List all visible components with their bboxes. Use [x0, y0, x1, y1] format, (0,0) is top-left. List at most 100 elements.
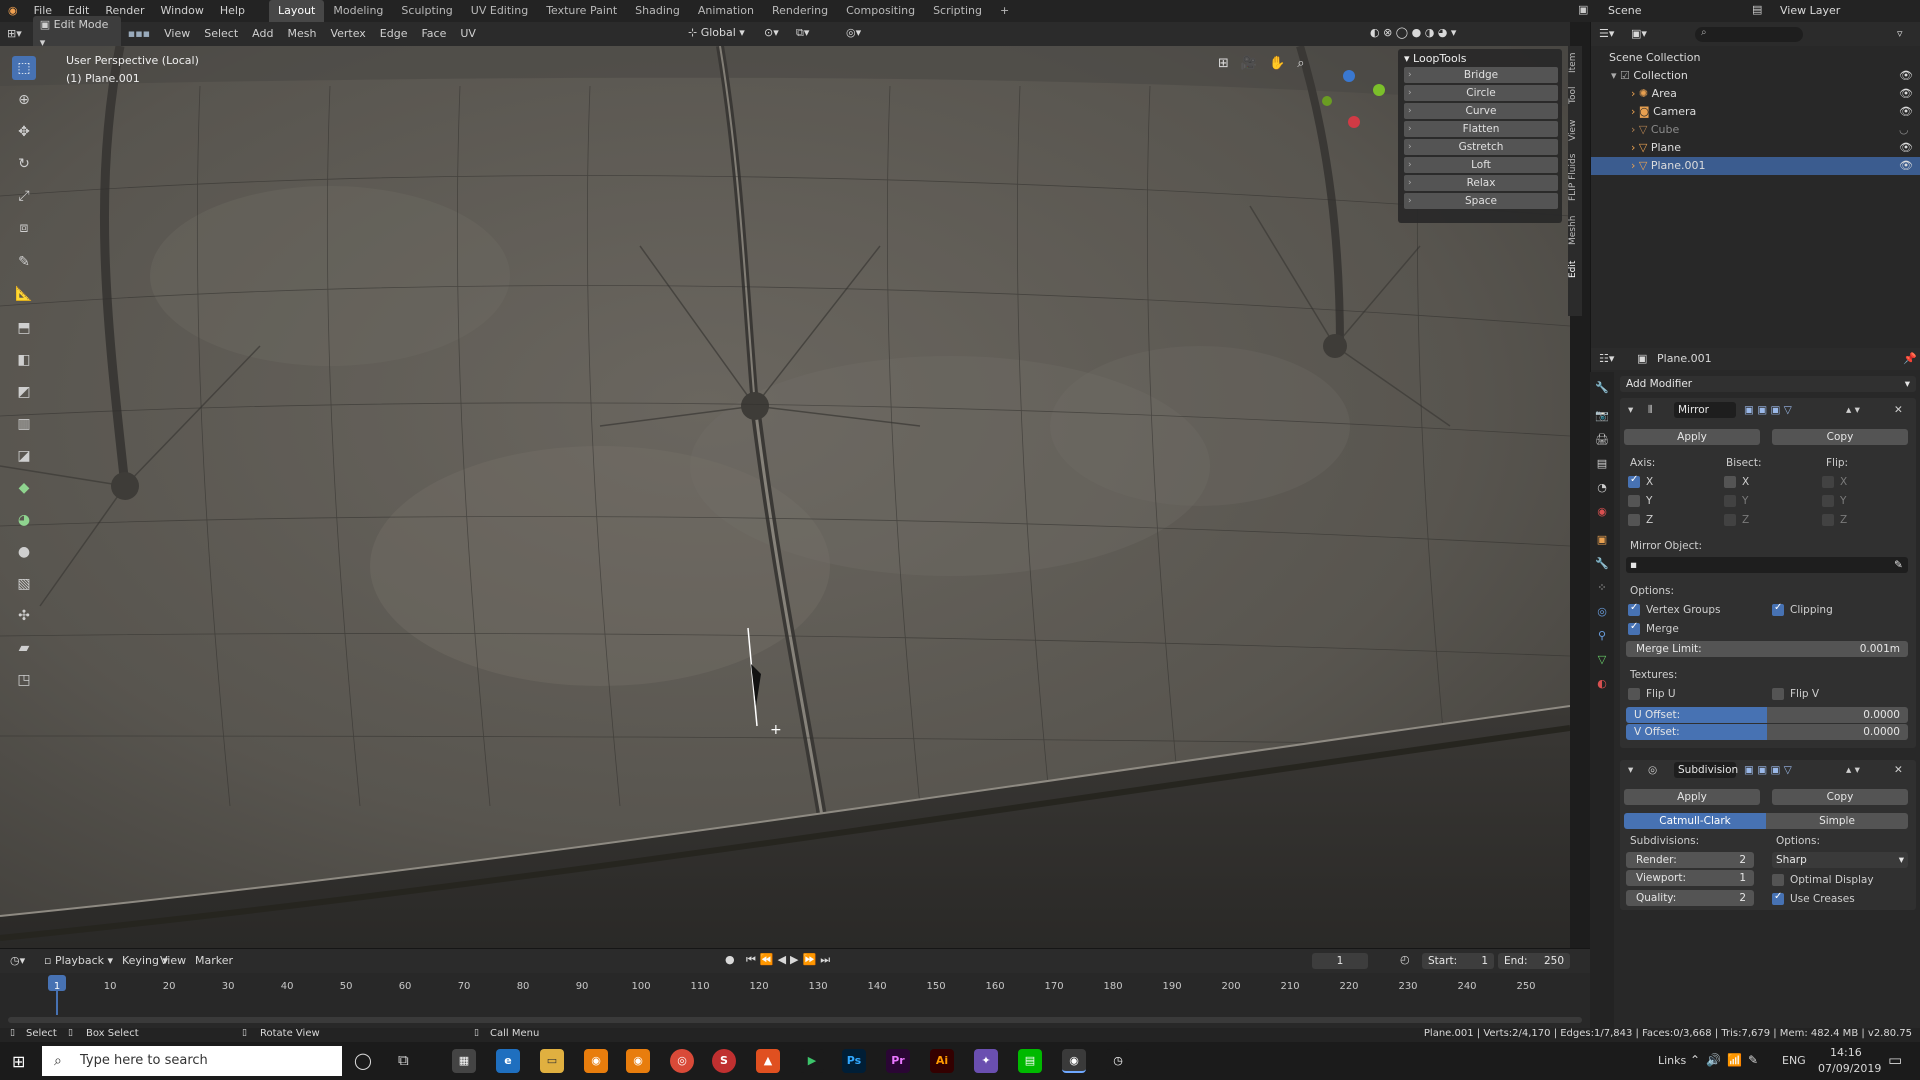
subdivision-move-icons[interactable]: ▴ ▾ [1846, 762, 1860, 778]
simple-button[interactable]: Simple [1766, 813, 1908, 829]
app-red-icon[interactable]: S [712, 1049, 736, 1073]
illustrator-icon[interactable]: Ai [930, 1049, 954, 1073]
app-clock-icon[interactable]: ◷ [1106, 1049, 1130, 1073]
merge-checkbox[interactable] [1628, 621, 1640, 635]
current-frame-field[interactable]: 1 [1312, 953, 1368, 969]
mirror-toggle-icons[interactable]: ▣ ▣ ▣ ▽ [1744, 402, 1792, 418]
rip-tool-icon[interactable]: ◳ [12, 668, 36, 692]
eye-hidden-icon[interactable]: ◡ [1899, 121, 1909, 139]
poly-build-tool-icon[interactable]: ◆ [12, 476, 36, 500]
end-frame-field[interactable]: End: 250 [1498, 953, 1570, 969]
bevel-tool-icon[interactable]: ◩ [12, 380, 36, 404]
record-icon[interactable]: ● [725, 953, 735, 966]
gizmo-y-axis[interactable] [1373, 84, 1385, 96]
physics-props-icon[interactable]: ◎ [1594, 604, 1610, 620]
outliner-funnel-icon[interactable]: ▿ [1897, 27, 1903, 40]
blender-app-2-icon[interactable]: ◉ [626, 1049, 650, 1073]
transform-orientation-select[interactable]: ⊹ Global ▾ [688, 26, 745, 39]
loop-cut-tool-icon[interactable]: ▥ [12, 412, 36, 436]
proportional-edit-icon[interactable]: ◎▾ [846, 26, 861, 39]
windows-start-icon[interactable]: ⊞ [12, 1052, 25, 1071]
bisect-z-checkbox[interactable] [1724, 514, 1736, 526]
mirror-apply-button[interactable]: Apply [1624, 429, 1760, 445]
output-props-icon[interactable]: 🖨 [1594, 432, 1610, 448]
mirror-object-field[interactable]: ▪ ✎ [1626, 557, 1908, 573]
scene-name[interactable]: Scene [1608, 4, 1642, 17]
menu-face[interactable]: Face [414, 22, 453, 46]
tray-icons[interactable]: ⌃🔊📶✎ [1690, 1053, 1764, 1067]
extrude-tool-icon[interactable]: ⬒ [12, 316, 36, 340]
move-tool-icon[interactable]: ✥ [12, 120, 36, 144]
tab-view[interactable]: View [1568, 116, 1582, 144]
u-offset-slider[interactable]: U Offset: 0.0000 [1626, 707, 1908, 723]
menu-mesh[interactable]: Mesh [280, 22, 323, 46]
menu-add[interactable]: Add [245, 22, 280, 46]
material-props-icon[interactable]: ◐ [1594, 676, 1610, 692]
premiere-icon[interactable]: Pr [886, 1049, 910, 1073]
pin-icon[interactable]: 📌 [1903, 352, 1917, 365]
tool-props-icon[interactable]: 🔧 [1594, 380, 1610, 396]
calculator-icon[interactable]: ▦ [452, 1049, 476, 1073]
outliner-filter-icon[interactable]: ▣▾ [1631, 27, 1647, 40]
bisect-y-checkbox[interactable] [1724, 495, 1736, 507]
rotate-tool-icon[interactable]: ↻ [12, 152, 36, 176]
mirror-name-field[interactable]: Mirror [1674, 402, 1736, 418]
tab-scripting[interactable]: Scripting [924, 0, 991, 22]
mirror-copy-button[interactable]: Copy [1772, 429, 1908, 445]
scene-props-icon[interactable]: ◔ [1594, 480, 1610, 496]
task-view-icon[interactable]: ⧉ [398, 1051, 409, 1069]
subdivision-close-icon[interactable]: ✕ [1894, 762, 1903, 778]
view-layer-name[interactable]: View Layer [1780, 4, 1840, 17]
tab-layout[interactable]: Layout [268, 0, 325, 22]
menu-select[interactable]: Select [197, 22, 245, 46]
looptools-space[interactable]: › Space [1404, 193, 1558, 209]
modifier-props-icon[interactable]: 🔧 [1594, 556, 1610, 572]
smooth-tool-icon[interactable]: ● [12, 540, 36, 564]
notification-icon[interactable]: ▭ [1888, 1051, 1902, 1069]
outliner-item-area[interactable]: › ✺ Area 👁 [1591, 85, 1920, 103]
menu-help[interactable]: Help [212, 0, 253, 22]
3d-viewport[interactable]: + User Perspective (Local) (1) Plane.001… [0, 46, 1570, 948]
taskbar-search-input[interactable]: ⌕ Type here to search [42, 1046, 342, 1076]
app-colorful-icon[interactable]: ✦ [974, 1049, 998, 1073]
data-props-icon[interactable]: ▽ [1594, 652, 1610, 668]
tab-uv-editing[interactable]: UV Editing [462, 0, 537, 22]
outliner-search-input[interactable]: ⌕ [1695, 27, 1803, 42]
edge-slide-tool-icon[interactable]: ▧ [12, 572, 36, 596]
view-layer-props-icon[interactable]: ▤ [1594, 456, 1610, 472]
eye-icon[interactable]: 👁 [1899, 139, 1913, 157]
subdivision-apply-button[interactable]: Apply [1624, 789, 1760, 805]
render-levels-field[interactable]: Render: 2 [1626, 852, 1754, 868]
catmull-clark-button[interactable]: Catmull-Clark [1624, 813, 1766, 829]
file-explorer-icon[interactable]: ▭ [540, 1049, 564, 1073]
play-store-icon[interactable]: ▶ [800, 1049, 824, 1073]
menu-edge[interactable]: Edge [373, 22, 415, 46]
viewport-levels-field[interactable]: Viewport: 1 [1626, 870, 1754, 886]
merge-limit-field[interactable]: Merge Limit: 0.001m [1626, 641, 1908, 657]
eye-icon[interactable]: 👁 [1899, 157, 1913, 175]
app-orange-icon[interactable]: ▲ [756, 1049, 780, 1073]
outliner-item-cube[interactable]: › ▽ Cube ◡ [1591, 121, 1920, 139]
looptools-flatten[interactable]: › Flatten [1404, 121, 1558, 137]
add-workspace-icon[interactable]: + [991, 0, 1018, 22]
render-props-icon[interactable]: 📷 [1594, 408, 1610, 424]
blender-logo-icon[interactable]: ◉ [0, 0, 26, 22]
flip-y-checkbox[interactable] [1822, 495, 1834, 507]
timeline-playback-menu[interactable]: ▫ Playback ▾ [44, 954, 113, 967]
axis-x-checkbox[interactable] [1628, 474, 1640, 488]
mirror-move-icons[interactable]: ▴ ▾ [1846, 402, 1860, 418]
outliner-item-plane[interactable]: › ▽ Plane 👁 [1591, 139, 1920, 157]
annotate-tool-icon[interactable]: ✎ [12, 250, 36, 274]
v-offset-slider[interactable]: V Offset: 0.0000 [1626, 724, 1908, 740]
blender-app-icon[interactable]: ◉ [584, 1049, 608, 1073]
outliner-collection[interactable]: ▾ ☑ Collection 👁 [1591, 67, 1920, 85]
eyedropper-icon[interactable]: ✎ [1894, 557, 1903, 573]
language-indicator[interactable]: ENG [1782, 1054, 1806, 1067]
constraints-props-icon[interactable]: ⚲ [1594, 628, 1610, 644]
subdivision-name-field[interactable]: Subdivision [1674, 762, 1738, 778]
cortana-icon[interactable]: ◯ [354, 1051, 372, 1070]
outliner-item-camera[interactable]: › ◙ Camera 👁 [1591, 103, 1920, 121]
menu-uv[interactable]: UV [453, 22, 483, 46]
axis-z-checkbox[interactable] [1628, 514, 1640, 526]
looptools-gstretch[interactable]: › Gstretch [1404, 139, 1558, 155]
